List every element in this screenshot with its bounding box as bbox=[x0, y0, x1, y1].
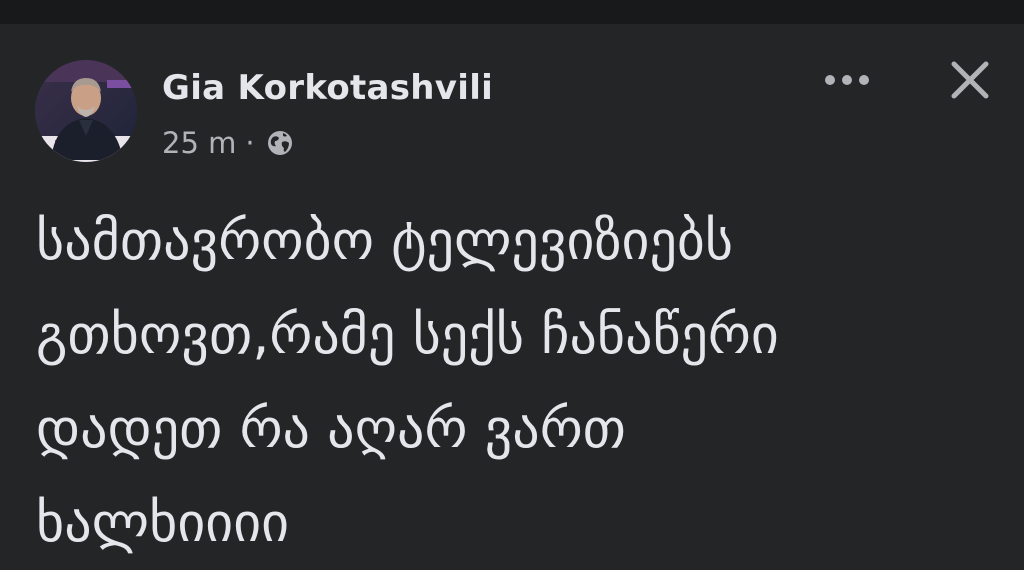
avatar[interactable] bbox=[35, 60, 137, 162]
post-text-line: სამთავრობო ტელევიზიებს bbox=[36, 209, 734, 272]
top-bar bbox=[0, 0, 1024, 24]
post-time[interactable]: 25 m bbox=[162, 126, 236, 160]
post-text-line: ხალხიიიი bbox=[36, 491, 290, 554]
author-name[interactable]: Gia Korkotashvili bbox=[162, 68, 493, 108]
post-text: სამთავრობო ტელევიზიებს გთხოვთ,რამე სექს … bbox=[36, 194, 996, 570]
avatar-image bbox=[35, 60, 137, 162]
meta-separator: · bbox=[245, 126, 255, 160]
globe-icon[interactable] bbox=[264, 127, 296, 159]
post-meta: 25 m · bbox=[162, 124, 296, 162]
post-text-line: გთხოვთ,რამე სექს ჩანაწერი bbox=[36, 303, 779, 366]
close-icon[interactable] bbox=[944, 54, 996, 106]
post-text-line: დადეთ რა აღარ ვართ bbox=[36, 397, 626, 460]
more-options-icon[interactable] bbox=[818, 60, 876, 100]
post-card: Gia Korkotashvili 25 m · სამთავრობო ტელე… bbox=[0, 24, 1024, 554]
